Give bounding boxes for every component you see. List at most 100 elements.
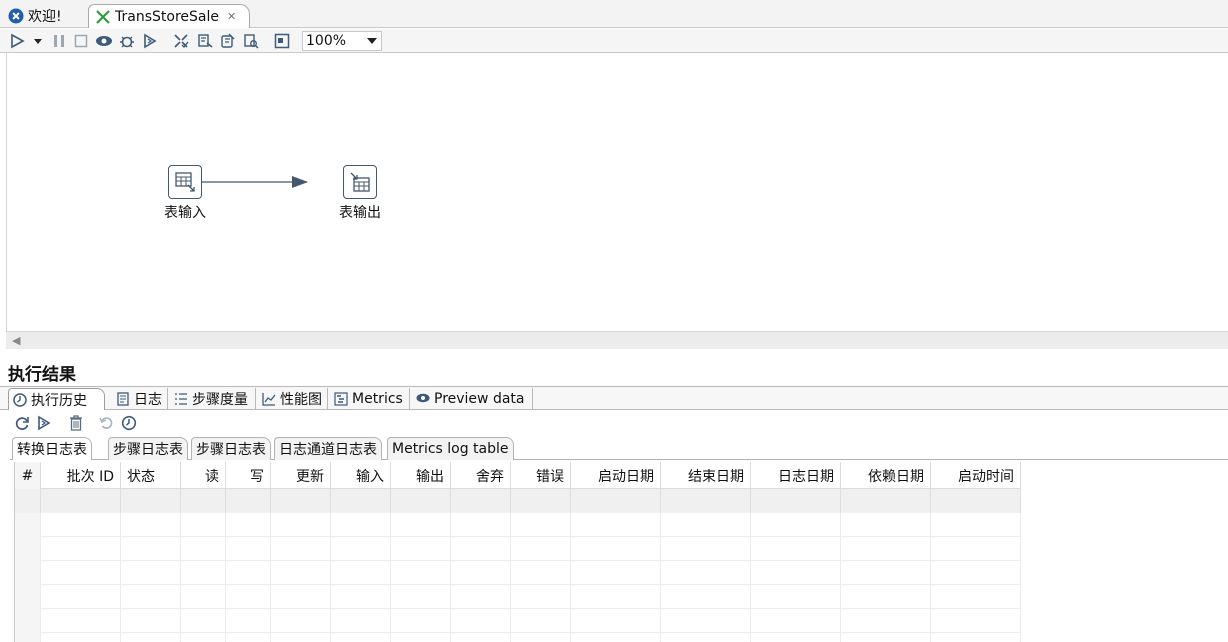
table-cell[interactable] bbox=[571, 513, 661, 537]
table-cell[interactable] bbox=[391, 561, 451, 585]
table-row[interactable] bbox=[15, 609, 1021, 633]
table-cell[interactable] bbox=[181, 513, 226, 537]
table-cell[interactable] bbox=[271, 513, 331, 537]
tab-welcome[interactable]: 欢迎! bbox=[2, 4, 84, 28]
table-cell[interactable] bbox=[451, 489, 511, 513]
table-row[interactable] bbox=[15, 537, 1021, 561]
table-cell[interactable] bbox=[661, 585, 751, 609]
table-cell[interactable] bbox=[121, 513, 181, 537]
column-header-output[interactable]: 输出 bbox=[391, 462, 451, 489]
close-icon[interactable]: ✕ bbox=[227, 10, 236, 23]
table-cell[interactable] bbox=[751, 609, 841, 633]
tab-metrics-log-table[interactable]: Metrics log table bbox=[387, 437, 514, 460]
table-cell[interactable] bbox=[121, 585, 181, 609]
tab-logging-channel-table[interactable]: 日志通道日志表 bbox=[274, 437, 382, 460]
table-cell[interactable] bbox=[841, 513, 931, 537]
column-header-read[interactable]: 读 bbox=[181, 462, 226, 489]
table-cell[interactable] bbox=[451, 585, 511, 609]
table-cell[interactable] bbox=[15, 585, 41, 609]
table-cell[interactable] bbox=[931, 537, 1021, 561]
table-cell[interactable] bbox=[226, 513, 271, 537]
table-cell[interactable] bbox=[511, 633, 571, 642]
explore-db-icon[interactable] bbox=[242, 32, 260, 50]
table-cell[interactable] bbox=[661, 489, 751, 513]
table-cell[interactable] bbox=[931, 633, 1021, 642]
replay-log-icon[interactable] bbox=[35, 414, 53, 432]
column-header-written[interactable]: 写 bbox=[226, 462, 271, 489]
table-cell[interactable] bbox=[41, 561, 121, 585]
step-table-input[interactable]: 表输入 bbox=[155, 165, 215, 222]
table-cell[interactable] bbox=[751, 513, 841, 537]
undo-icon[interactable] bbox=[97, 414, 115, 432]
tab-performance-chart[interactable]: 性能图 bbox=[258, 388, 328, 410]
scroll-left-icon[interactable]: ◀ bbox=[12, 334, 20, 347]
column-header-depend-date[interactable]: 依赖日期 bbox=[841, 462, 931, 489]
table-cell[interactable] bbox=[226, 561, 271, 585]
column-header-batch-id[interactable]: 批次 ID bbox=[41, 462, 121, 489]
table-cell[interactable] bbox=[511, 609, 571, 633]
tab-step-log-table[interactable]: 步骤日志表 bbox=[108, 437, 188, 460]
tab-metrics[interactable]: Metrics bbox=[330, 388, 410, 410]
pause-icon[interactable] bbox=[50, 32, 68, 50]
table-cell[interactable] bbox=[571, 633, 661, 642]
table-cell[interactable] bbox=[931, 513, 1021, 537]
table-cell[interactable] bbox=[331, 585, 391, 609]
table-cell[interactable] bbox=[571, 489, 661, 513]
table-row[interactable] bbox=[15, 489, 1021, 513]
table-cell[interactable] bbox=[181, 585, 226, 609]
table-row[interactable] bbox=[15, 633, 1021, 642]
table-cell[interactable] bbox=[661, 513, 751, 537]
table-cell[interactable] bbox=[571, 561, 661, 585]
table-cell[interactable] bbox=[511, 585, 571, 609]
sql-icon[interactable] bbox=[219, 32, 237, 50]
table-row[interactable] bbox=[15, 513, 1021, 537]
run-icon[interactable] bbox=[8, 32, 26, 50]
table-cell[interactable] bbox=[391, 513, 451, 537]
table-cell[interactable] bbox=[511, 561, 571, 585]
table-cell[interactable] bbox=[41, 633, 121, 642]
replay-icon[interactable] bbox=[141, 32, 159, 50]
table-cell[interactable] bbox=[451, 537, 511, 561]
table-cell[interactable] bbox=[391, 489, 451, 513]
table-cell[interactable] bbox=[271, 633, 331, 642]
table-cell[interactable] bbox=[181, 489, 226, 513]
transformation-canvas[interactable]: 表输入 表输出 bbox=[6, 53, 1228, 331]
table-cell[interactable] bbox=[15, 633, 41, 642]
table-cell[interactable] bbox=[41, 513, 121, 537]
table-cell[interactable] bbox=[451, 561, 511, 585]
tab-step-log-table-2[interactable]: 步骤日志表 bbox=[191, 437, 271, 460]
table-cell[interactable] bbox=[226, 633, 271, 642]
table-row[interactable] bbox=[15, 561, 1021, 585]
table-cell[interactable] bbox=[271, 585, 331, 609]
table-cell[interactable] bbox=[181, 537, 226, 561]
table-cell[interactable] bbox=[751, 585, 841, 609]
history-clock-icon[interactable] bbox=[120, 414, 138, 432]
execution-history-table[interactable]: # 批次 ID 状态 读 写 更新 输入 输出 舍弃 错误 启动日期 结束日期 … bbox=[14, 462, 1228, 642]
table-cell[interactable] bbox=[751, 537, 841, 561]
table-cell[interactable] bbox=[391, 633, 451, 642]
table-cell[interactable] bbox=[661, 561, 751, 585]
table-cell[interactable] bbox=[841, 561, 931, 585]
table-cell[interactable] bbox=[15, 537, 41, 561]
table-cell[interactable] bbox=[15, 513, 41, 537]
stop-icon[interactable] bbox=[72, 32, 90, 50]
table-cell[interactable] bbox=[511, 489, 571, 513]
table-cell[interactable] bbox=[661, 633, 751, 642]
table-cell[interactable] bbox=[15, 561, 41, 585]
analyze-impact-icon[interactable] bbox=[196, 32, 214, 50]
table-cell[interactable] bbox=[181, 609, 226, 633]
table-cell[interactable] bbox=[226, 489, 271, 513]
table-cell[interactable] bbox=[121, 537, 181, 561]
table-cell[interactable] bbox=[841, 585, 931, 609]
table-cell[interactable] bbox=[391, 537, 451, 561]
canvas-horizontal-scrollbar[interactable]: ◀ bbox=[6, 331, 1228, 349]
table-cell[interactable] bbox=[511, 537, 571, 561]
table-cell[interactable] bbox=[571, 609, 661, 633]
table-cell[interactable] bbox=[751, 489, 841, 513]
table-cell[interactable] bbox=[121, 561, 181, 585]
table-cell[interactable] bbox=[661, 609, 751, 633]
table-cell[interactable] bbox=[451, 633, 511, 642]
step-table-output[interactable]: 表输出 bbox=[330, 165, 390, 222]
column-header-end-date[interactable]: 结束日期 bbox=[661, 462, 751, 489]
column-header-start-date[interactable]: 启动日期 bbox=[571, 462, 661, 489]
